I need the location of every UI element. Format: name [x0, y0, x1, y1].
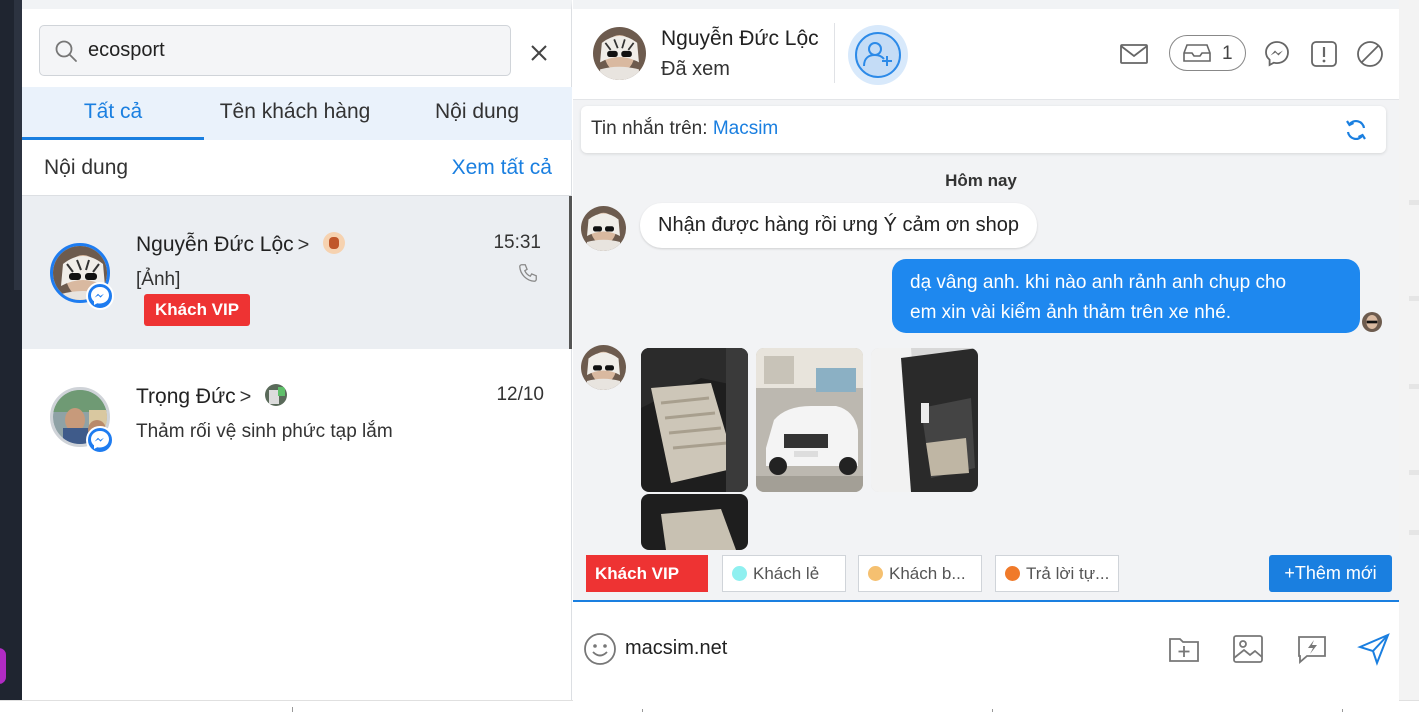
attach-file-icon[interactable] [1167, 632, 1201, 666]
chat-contact-name: Nguyễn Đức Lộc [661, 27, 819, 50]
page-avatar-icon [265, 384, 288, 406]
incoming-message[interactable]: Nhận được hàng rồi ưng Ý cảm ơn shop [640, 203, 1037, 248]
add-user-button[interactable] [848, 25, 908, 85]
message-time: 12/10 [496, 384, 544, 405]
seen-status: Đã xem [661, 58, 730, 80]
image-attachment[interactable] [641, 348, 748, 492]
vip-tag: Khách VIP [144, 294, 251, 326]
outgoing-message[interactable]: dạ vâng anh. khi nào anh rảnh anh chụp c… [892, 259, 1360, 333]
taskbar-app-icon[interactable] [0, 648, 6, 684]
message-snippet: [Ảnh] [136, 269, 181, 290]
window-edge [14, 0, 22, 290]
see-all-link[interactable]: Xem tất cả [452, 156, 552, 180]
quick-reply-icon[interactable] [1295, 632, 1329, 666]
desktop-left-edge [0, 0, 22, 713]
messenger-icon [86, 282, 114, 310]
search-box[interactable] [39, 25, 511, 76]
tag-color-dot [868, 566, 883, 581]
tag-label: Khách b... [889, 564, 966, 583]
tag-label: Trả lời tự... [1026, 564, 1110, 583]
send-icon[interactable] [1357, 632, 1391, 666]
refresh-icon[interactable] [1344, 118, 1368, 142]
channel-label-text: Tin nhắn trên: [591, 118, 713, 139]
avatar [581, 345, 626, 390]
channel-bar: Tin nhắn trên: Macsim [581, 106, 1386, 153]
search-icon [55, 40, 77, 62]
close-icon[interactable] [527, 41, 551, 65]
message-composer [573, 600, 1399, 709]
contact-name: Nguyễn Đức Lộc > [136, 232, 346, 257]
tab-all[interactable]: Tất cả [22, 87, 204, 140]
tag-label: Khách VIP [595, 564, 680, 583]
block-icon[interactable] [1355, 39, 1385, 69]
divider [834, 23, 835, 83]
avatar[interactable] [593, 27, 646, 80]
image-attachment[interactable] [756, 348, 863, 492]
section-header: Nội dung Xem tất cả [22, 140, 572, 196]
filter-tabs: Tất cả Tên khách hàng Nội dung [22, 87, 572, 140]
inbox-icon [1183, 44, 1211, 62]
tab-customer-name[interactable]: Tên khách hàng [204, 87, 386, 140]
tag-color-dot [1005, 566, 1020, 581]
tag-wholesale-button[interactable]: Khách b... [858, 555, 982, 592]
chat-header: Nguyễn Đức Lộc Đã xem 1 [573, 9, 1399, 100]
contact-name-text: Nguyễn Đức Lộc [136, 233, 294, 256]
messenger-icon[interactable] [1262, 39, 1292, 69]
message-snippet: Thảm rối vệ sinh phức tạp lắm [136, 421, 393, 442]
contact-name-text: Trọng Đức [136, 385, 236, 408]
conversation-list-panel: Tất cả Tên khách hàng Nội dung Nội dung … [22, 0, 572, 700]
tag-label: Khách lẻ [753, 564, 820, 583]
tag-color-dot [732, 566, 747, 581]
add-user-icon [863, 42, 892, 67]
day-separator: Hôm nay [945, 171, 1017, 190]
quick-tag-row: Khách VIP Khách lẻ Khách b... Trả lời tự… [573, 555, 1399, 599]
outgoing-message-line: em xin vài kiểm ảnh thảm trên xe nhé. [910, 302, 1232, 323]
add-tag-button[interactable]: +Thêm mới [1269, 555, 1392, 592]
inbox-count: 1 [1222, 43, 1233, 64]
chevron-right-icon: > [239, 386, 252, 408]
phone-icon[interactable] [517, 262, 539, 284]
conversation-item[interactable]: Trọng Đức > Thảm rối vệ sinh phức tạp lắm… [22, 349, 572, 502]
chat-panel: Nguyễn Đức Lộc Đã xem 1 Tin nhắn trên: M… [573, 0, 1399, 709]
outgoing-message-line: dạ vâng anh. khi nào anh rảnh anh chụp c… [910, 272, 1287, 293]
mail-icon[interactable] [1119, 39, 1149, 69]
tag-vip-button[interactable]: Khách VIP [586, 555, 708, 592]
pig-emoji-icon [323, 232, 346, 254]
message-input[interactable] [625, 632, 1145, 664]
conversation-item[interactable]: Nguyễn Đức Lộc > [Ảnh] 15:31 Khách VIP [22, 196, 572, 349]
desktop-right-edge [1399, 0, 1419, 713]
tab-content[interactable]: Nội dung [386, 87, 568, 140]
read-receipt-avatar [1362, 312, 1382, 332]
image-attachment[interactable] [871, 348, 978, 492]
tag-auto-reply-button[interactable]: Trả lời tự... [995, 555, 1119, 592]
contact-name: Trọng Đức > [136, 384, 288, 409]
image-attachment[interactable] [641, 494, 748, 550]
inbox-count-button[interactable]: 1 [1169, 35, 1246, 71]
avatar [581, 206, 626, 251]
channel-label: Tin nhắn trên: Macsim [591, 118, 778, 140]
channel-source[interactable]: Macsim [713, 118, 778, 139]
tag-retail-button[interactable]: Khách lẻ [722, 555, 846, 592]
report-icon[interactable] [1309, 39, 1339, 69]
image-icon[interactable] [1231, 632, 1265, 666]
messenger-icon [86, 426, 114, 454]
chevron-right-icon: > [297, 234, 310, 256]
emoji-icon[interactable] [583, 632, 617, 666]
search-input[interactable] [88, 34, 488, 67]
section-title: Nội dung [44, 156, 129, 179]
message-time: 15:31 [493, 232, 541, 253]
